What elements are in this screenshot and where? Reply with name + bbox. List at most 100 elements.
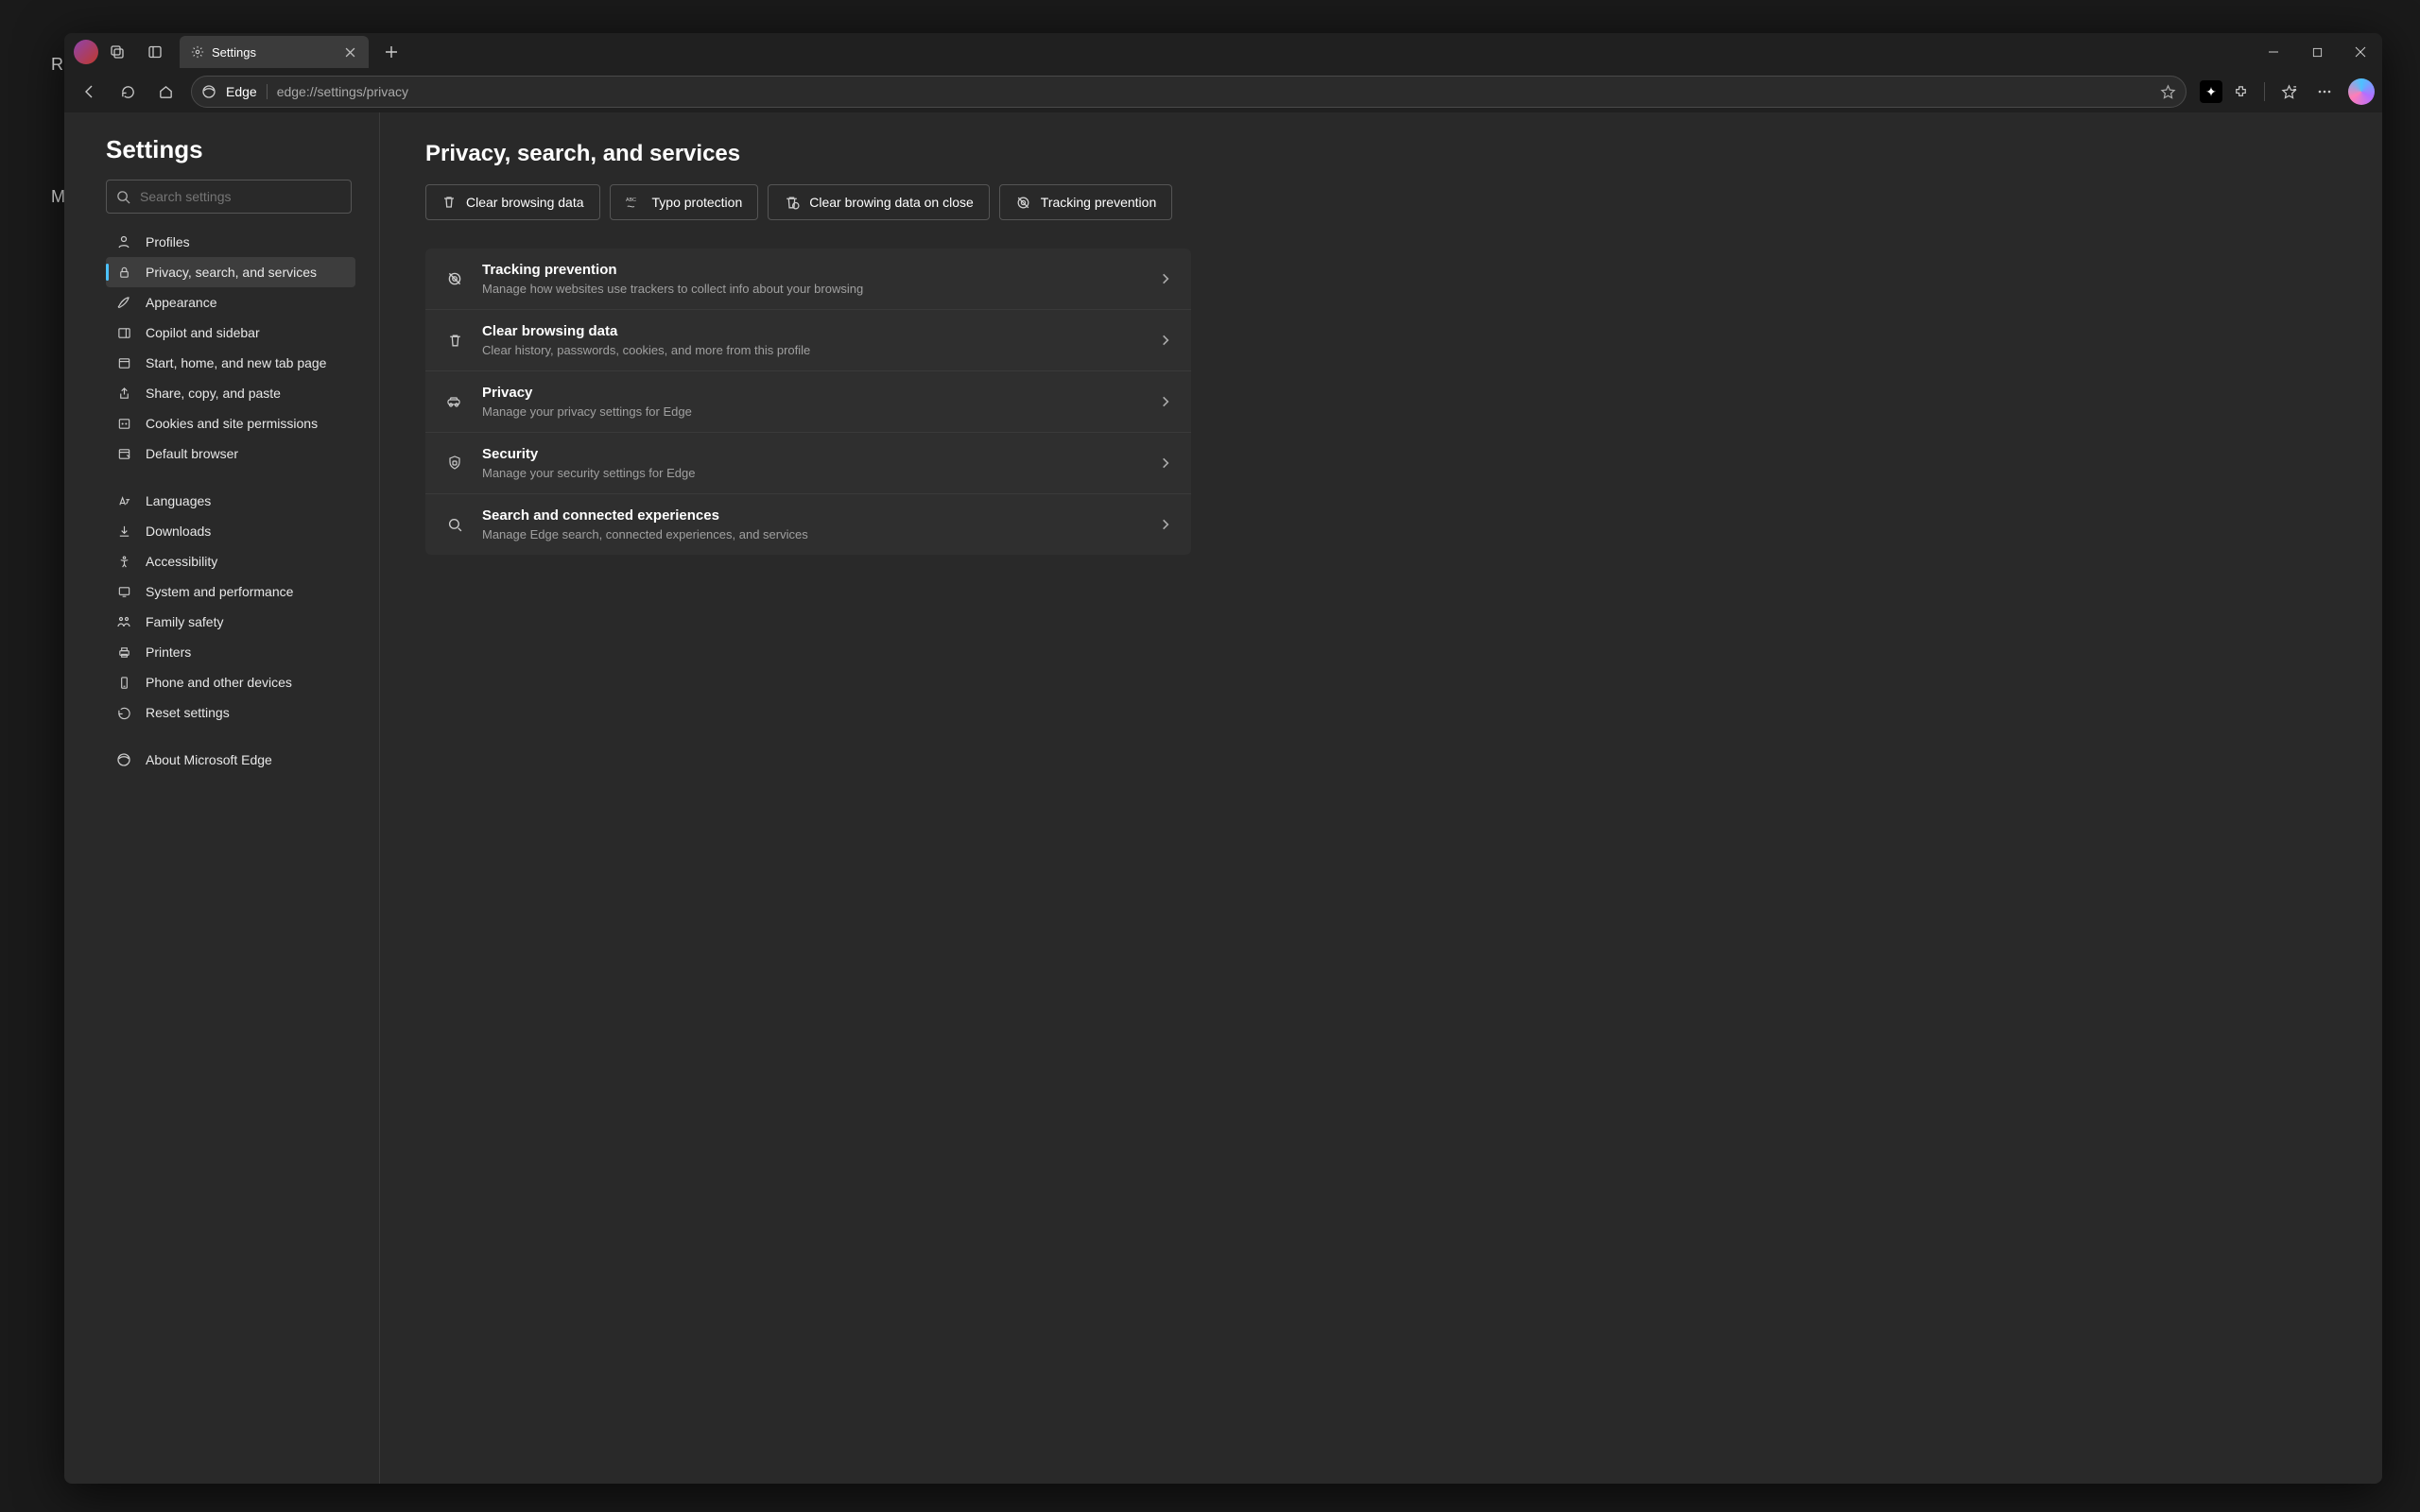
row-security[interactable]: Security Manage your security settings f… bbox=[425, 433, 1191, 494]
row-clear-browsing-data[interactable]: Clear browsing data Clear history, passw… bbox=[425, 310, 1191, 371]
nav-label: About Microsoft Edge bbox=[146, 752, 272, 767]
family-icon bbox=[115, 614, 132, 629]
workspaces-icon[interactable] bbox=[98, 33, 136, 71]
nav-label: Profiles bbox=[146, 234, 190, 249]
nav-languages[interactable]: Languages bbox=[106, 486, 355, 516]
profile-icon bbox=[115, 234, 132, 249]
brush-icon bbox=[115, 295, 132, 310]
settings-nav-group-2: Languages Downloads Accessibility System… bbox=[106, 486, 366, 728]
trash-icon bbox=[441, 195, 457, 210]
row-title: Tracking prevention bbox=[482, 262, 1142, 278]
address-bar[interactable]: Edge edge://settings/privacy bbox=[191, 76, 2187, 108]
nav-printers[interactable]: Printers bbox=[106, 637, 355, 667]
more-menu-icon[interactable] bbox=[2307, 76, 2342, 108]
copilot-button[interactable] bbox=[2348, 78, 2375, 105]
sidebar-icon bbox=[115, 326, 132, 340]
nav-accessibility[interactable]: Accessibility bbox=[106, 546, 355, 576]
browser-window: Settings Edge edge://settings/privacy bbox=[64, 33, 2382, 1484]
pill-clear-browsing-data[interactable]: Clear browsing data bbox=[425, 184, 600, 220]
nav-label: System and performance bbox=[146, 584, 293, 599]
close-window-button[interactable] bbox=[2339, 33, 2382, 71]
copilot-badge-icon[interactable]: ✦ bbox=[2200, 80, 2222, 103]
favorites-icon[interactable] bbox=[2271, 76, 2307, 108]
row-subtitle: Manage your privacy settings for Edge bbox=[482, 404, 1142, 419]
back-button[interactable] bbox=[72, 76, 108, 108]
nav-reset[interactable]: Reset settings bbox=[106, 697, 355, 728]
title-bar: Settings bbox=[64, 33, 2382, 71]
nav-label: Phone and other devices bbox=[146, 675, 292, 690]
nav-cookies[interactable]: Cookies and site permissions bbox=[106, 408, 355, 438]
pill-tracking-prevention[interactable]: Tracking prevention bbox=[999, 184, 1172, 220]
nav-label: Cookies and site permissions bbox=[146, 416, 318, 431]
home-button[interactable] bbox=[147, 76, 183, 108]
background-letter: M bbox=[51, 187, 65, 207]
browser-icon bbox=[115, 447, 132, 461]
nav-family[interactable]: Family safety bbox=[106, 607, 355, 637]
row-tracking-prevention[interactable]: Tracking prevention Manage how websites … bbox=[425, 249, 1191, 310]
row-privacy[interactable]: Privacy Manage your privacy settings for… bbox=[425, 371, 1191, 433]
tracking-icon bbox=[1015, 195, 1031, 211]
accessibility-icon bbox=[115, 555, 132, 569]
pill-label: Tracking prevention bbox=[1041, 195, 1156, 210]
trash-close-icon bbox=[784, 195, 800, 211]
pill-typo-protection[interactable]: ABC Typo protection bbox=[610, 184, 759, 220]
profile-avatar[interactable] bbox=[74, 40, 98, 64]
extensions-icon[interactable] bbox=[2222, 76, 2258, 108]
cookie-icon bbox=[115, 417, 132, 431]
separator bbox=[2264, 82, 2265, 101]
share-icon bbox=[115, 387, 132, 401]
nav-profiles[interactable]: Profiles bbox=[106, 227, 355, 257]
new-tab-button[interactable] bbox=[374, 45, 408, 59]
pill-clear-on-close[interactable]: Clear browing data on close bbox=[768, 184, 990, 220]
nav-downloads[interactable]: Downloads bbox=[106, 516, 355, 546]
chevron-right-icon bbox=[1159, 395, 1172, 408]
nav-share-copy[interactable]: Share, copy, and paste bbox=[106, 378, 355, 408]
nav-label: Privacy, search, and services bbox=[146, 265, 317, 280]
maximize-button[interactable] bbox=[2295, 33, 2339, 71]
toolbar: Edge edge://settings/privacy ✦ bbox=[64, 71, 2382, 112]
nav-system[interactable]: System and performance bbox=[106, 576, 355, 607]
row-title: Privacy bbox=[482, 385, 1142, 401]
url-text: edge://settings/privacy bbox=[277, 84, 408, 99]
settings-sidebar: Settings Profiles Privacy, search, and s… bbox=[64, 112, 380, 1484]
chevron-right-icon bbox=[1159, 272, 1172, 285]
row-search-experiences[interactable]: Search and connected experiences Manage … bbox=[425, 494, 1191, 555]
favorite-star-icon[interactable] bbox=[2160, 84, 2176, 100]
tab-title: Settings bbox=[212, 45, 256, 60]
quick-action-row: Clear browsing data ABC Typo protection … bbox=[425, 184, 2337, 220]
nav-phone[interactable]: Phone and other devices bbox=[106, 667, 355, 697]
nav-about[interactable]: About Microsoft Edge bbox=[106, 745, 355, 775]
search-icon bbox=[116, 190, 130, 204]
settings-search[interactable] bbox=[106, 180, 352, 214]
row-title: Clear browsing data bbox=[482, 323, 1142, 339]
row-subtitle: Manage how websites use trackers to coll… bbox=[482, 282, 1142, 296]
nav-start-home[interactable]: Start, home, and new tab page bbox=[106, 348, 355, 378]
settings-search-input[interactable] bbox=[140, 189, 341, 204]
settings-main: Privacy, search, and services Clear brow… bbox=[380, 112, 2382, 1484]
page-title: Privacy, search, and services bbox=[425, 141, 2337, 167]
row-subtitle: Manage your security settings for Edge bbox=[482, 466, 1142, 480]
gear-icon bbox=[191, 45, 204, 59]
tab-settings[interactable]: Settings bbox=[180, 36, 369, 68]
nav-label: Share, copy, and paste bbox=[146, 386, 281, 401]
row-subtitle: Manage Edge search, connected experience… bbox=[482, 527, 1142, 541]
tab-actions-icon[interactable] bbox=[136, 33, 174, 71]
language-icon bbox=[115, 494, 132, 508]
close-tab-icon[interactable] bbox=[340, 47, 359, 58]
system-icon bbox=[115, 585, 132, 599]
nav-label: Copilot and sidebar bbox=[146, 325, 260, 340]
nav-label: Reset settings bbox=[146, 705, 230, 720]
row-subtitle: Clear history, passwords, cookies, and m… bbox=[482, 343, 1142, 357]
nav-privacy[interactable]: Privacy, search, and services bbox=[106, 257, 355, 287]
trash-icon bbox=[444, 333, 465, 349]
refresh-button[interactable] bbox=[110, 76, 146, 108]
minimize-button[interactable] bbox=[2252, 33, 2295, 71]
nav-label: Languages bbox=[146, 493, 211, 508]
nav-default-browser[interactable]: Default browser bbox=[106, 438, 355, 469]
edge-icon bbox=[115, 752, 132, 767]
nav-appearance[interactable]: Appearance bbox=[106, 287, 355, 318]
pill-label: Clear browsing data bbox=[466, 195, 584, 210]
content-area: Settings Profiles Privacy, search, and s… bbox=[64, 112, 2382, 1484]
nav-copilot-sidebar[interactable]: Copilot and sidebar bbox=[106, 318, 355, 348]
pill-label: Typo protection bbox=[652, 195, 743, 210]
